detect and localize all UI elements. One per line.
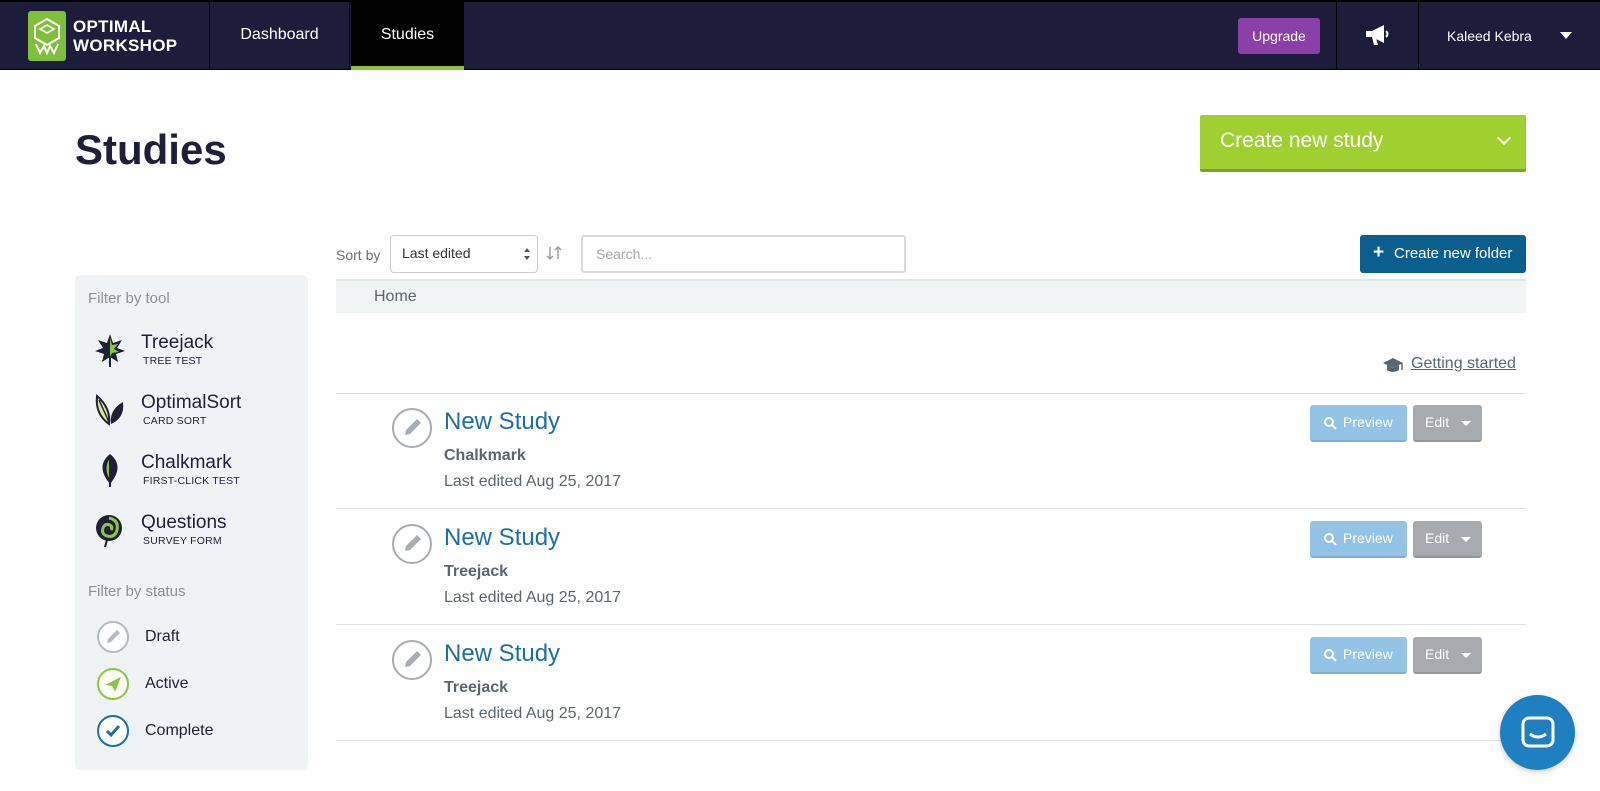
chevron-down-icon (1461, 421, 1471, 426)
tool-subtitle: FIRST-CLICK TEST (143, 475, 240, 487)
tool-name: Questions (141, 512, 227, 533)
brand-name: OPTIMAL WORKSHOP (73, 17, 177, 55)
page-title: Studies (75, 126, 227, 173)
filter-tool-optimalsort[interactable]: OptimalSort CARD SORT (93, 390, 293, 434)
treejack-icon (93, 332, 127, 368)
study-tool: Treejack (444, 563, 509, 580)
megaphone-icon[interactable] (1363, 22, 1391, 48)
study-title-link[interactable]: New Study (444, 640, 560, 668)
filter-status-complete[interactable]: Complete (97, 715, 297, 751)
list-divider (336, 740, 1526, 741)
edit-label: Edit (1425, 646, 1450, 662)
chevron-down-icon (1461, 653, 1471, 658)
search-input[interactable]: Search... (581, 235, 906, 273)
study-title-link[interactable]: New Study (444, 524, 560, 552)
tool-subtitle: CARD SORT (143, 415, 207, 427)
top-navigation: OPTIMAL WORKSHOP Dashboard Studies Upgra… (0, 0, 1600, 70)
questions-icon (93, 512, 127, 548)
plus-icon: + (1373, 242, 1385, 263)
filter-by-tool-heading: Filter by tool (88, 290, 170, 307)
study-row: New Study Chalkmark Last edited Aug 25, … (336, 394, 1526, 509)
edit-label: Edit (1425, 414, 1450, 430)
study-row: New Study Treejack Last edited Aug 25, 2… (336, 626, 1526, 741)
tool-subtitle: TREE TEST (143, 355, 203, 367)
create-new-folder-label: Create new folder (1394, 245, 1513, 262)
brand-line-1: OPTIMAL (73, 17, 152, 36)
status-label: Draft (145, 628, 180, 645)
filter-sidebar: Filter by tool Treejack TREE TEST Optima… (75, 275, 308, 770)
study-row: New Study Treejack Last edited Aug 25, 2… (336, 510, 1526, 625)
preview-button[interactable]: Preview (1310, 521, 1407, 558)
create-new-folder-button[interactable]: + Create new folder (1360, 235, 1526, 273)
user-menu-name[interactable]: Kaleed Kebra (1447, 2, 1532, 70)
tool-name: Chalkmark (141, 452, 232, 473)
preview-button[interactable]: Preview (1310, 405, 1407, 442)
study-last-edited: Last edited Aug 25, 2017 (444, 473, 622, 490)
preview-button[interactable]: Preview (1310, 637, 1407, 674)
tool-subtitle: SURVEY FORM (143, 535, 222, 547)
filter-status-draft[interactable]: Draft (97, 621, 297, 657)
nav-divider (1336, 2, 1337, 70)
tool-name: OptimalSort (141, 392, 242, 413)
chevron-down-icon (1461, 537, 1471, 542)
status-label: Active (145, 675, 189, 692)
brand-logo[interactable]: OPTIMAL WORKSHOP (0, 2, 210, 70)
study-last-edited: Last edited Aug 25, 2017 (444, 589, 622, 606)
study-tool: Treejack (444, 679, 509, 696)
edit-button[interactable]: Edit (1413, 637, 1482, 674)
optimalsort-icon (93, 392, 127, 428)
preview-label: Preview (1343, 646, 1393, 662)
list-divider (336, 508, 1526, 509)
optimal-workshop-logo-icon (28, 11, 66, 61)
sort-select-value: Last edited (402, 245, 471, 261)
preview-label: Preview (1343, 414, 1393, 430)
nav-dashboard[interactable]: Dashboard (210, 2, 350, 70)
upgrade-button[interactable]: Upgrade (1238, 18, 1320, 54)
edit-button[interactable]: Edit (1413, 521, 1482, 558)
search-icon (1323, 648, 1337, 662)
brand-line-2: WORKSHOP (73, 36, 178, 55)
sort-direction-icon[interactable] (545, 244, 563, 262)
list-divider (336, 624, 1526, 625)
chevron-down-icon[interactable] (1560, 32, 1572, 39)
nav-studies[interactable]: Studies (351, 2, 464, 70)
chevron-down-icon[interactable] (1496, 130, 1512, 146)
edit-label: Edit (1425, 530, 1450, 546)
sort-by-label: Sort by (336, 247, 381, 263)
nav-divider (1418, 2, 1419, 70)
filter-tool-treejack[interactable]: Treejack TREE TEST (93, 330, 293, 374)
study-last-edited: Last edited Aug 25, 2017 (444, 705, 622, 722)
paper-plane-icon (97, 668, 129, 700)
pencil-icon (392, 640, 432, 680)
chat-launcher-button[interactable] (1500, 695, 1575, 770)
select-arrows-icon (523, 245, 531, 263)
search-icon (1323, 532, 1337, 546)
filter-by-status-heading: Filter by status (88, 583, 186, 600)
breadcrumb: Home (336, 279, 1526, 313)
study-tool: Chalkmark (444, 447, 526, 464)
getting-started-label[interactable]: Getting started (1411, 355, 1516, 373)
pencil-icon (392, 408, 432, 448)
search-icon (1323, 416, 1337, 430)
tool-name: Treejack (141, 332, 214, 353)
filter-status-active[interactable]: Active (97, 668, 297, 704)
chat-icon (1521, 716, 1555, 748)
graduation-cap-icon (1382, 357, 1404, 375)
filter-tool-chalkmark[interactable]: Chalkmark FIRST-CLICK TEST (93, 450, 293, 494)
filter-tool-questions[interactable]: Questions SURVEY FORM (93, 510, 293, 554)
study-title-link[interactable]: New Study (444, 408, 560, 436)
edit-button[interactable]: Edit (1413, 405, 1482, 442)
check-icon (97, 715, 129, 747)
preview-label: Preview (1343, 530, 1393, 546)
status-label: Complete (145, 722, 214, 739)
create-new-study-button[interactable]: Create new study (1200, 115, 1526, 172)
pencil-icon (392, 524, 432, 564)
chalkmark-icon (93, 452, 127, 488)
create-new-study-label: Create new study (1220, 129, 1384, 152)
sort-select[interactable]: Last edited (390, 235, 538, 273)
pencil-icon (97, 621, 129, 653)
breadcrumb-home[interactable]: Home (374, 288, 417, 306)
